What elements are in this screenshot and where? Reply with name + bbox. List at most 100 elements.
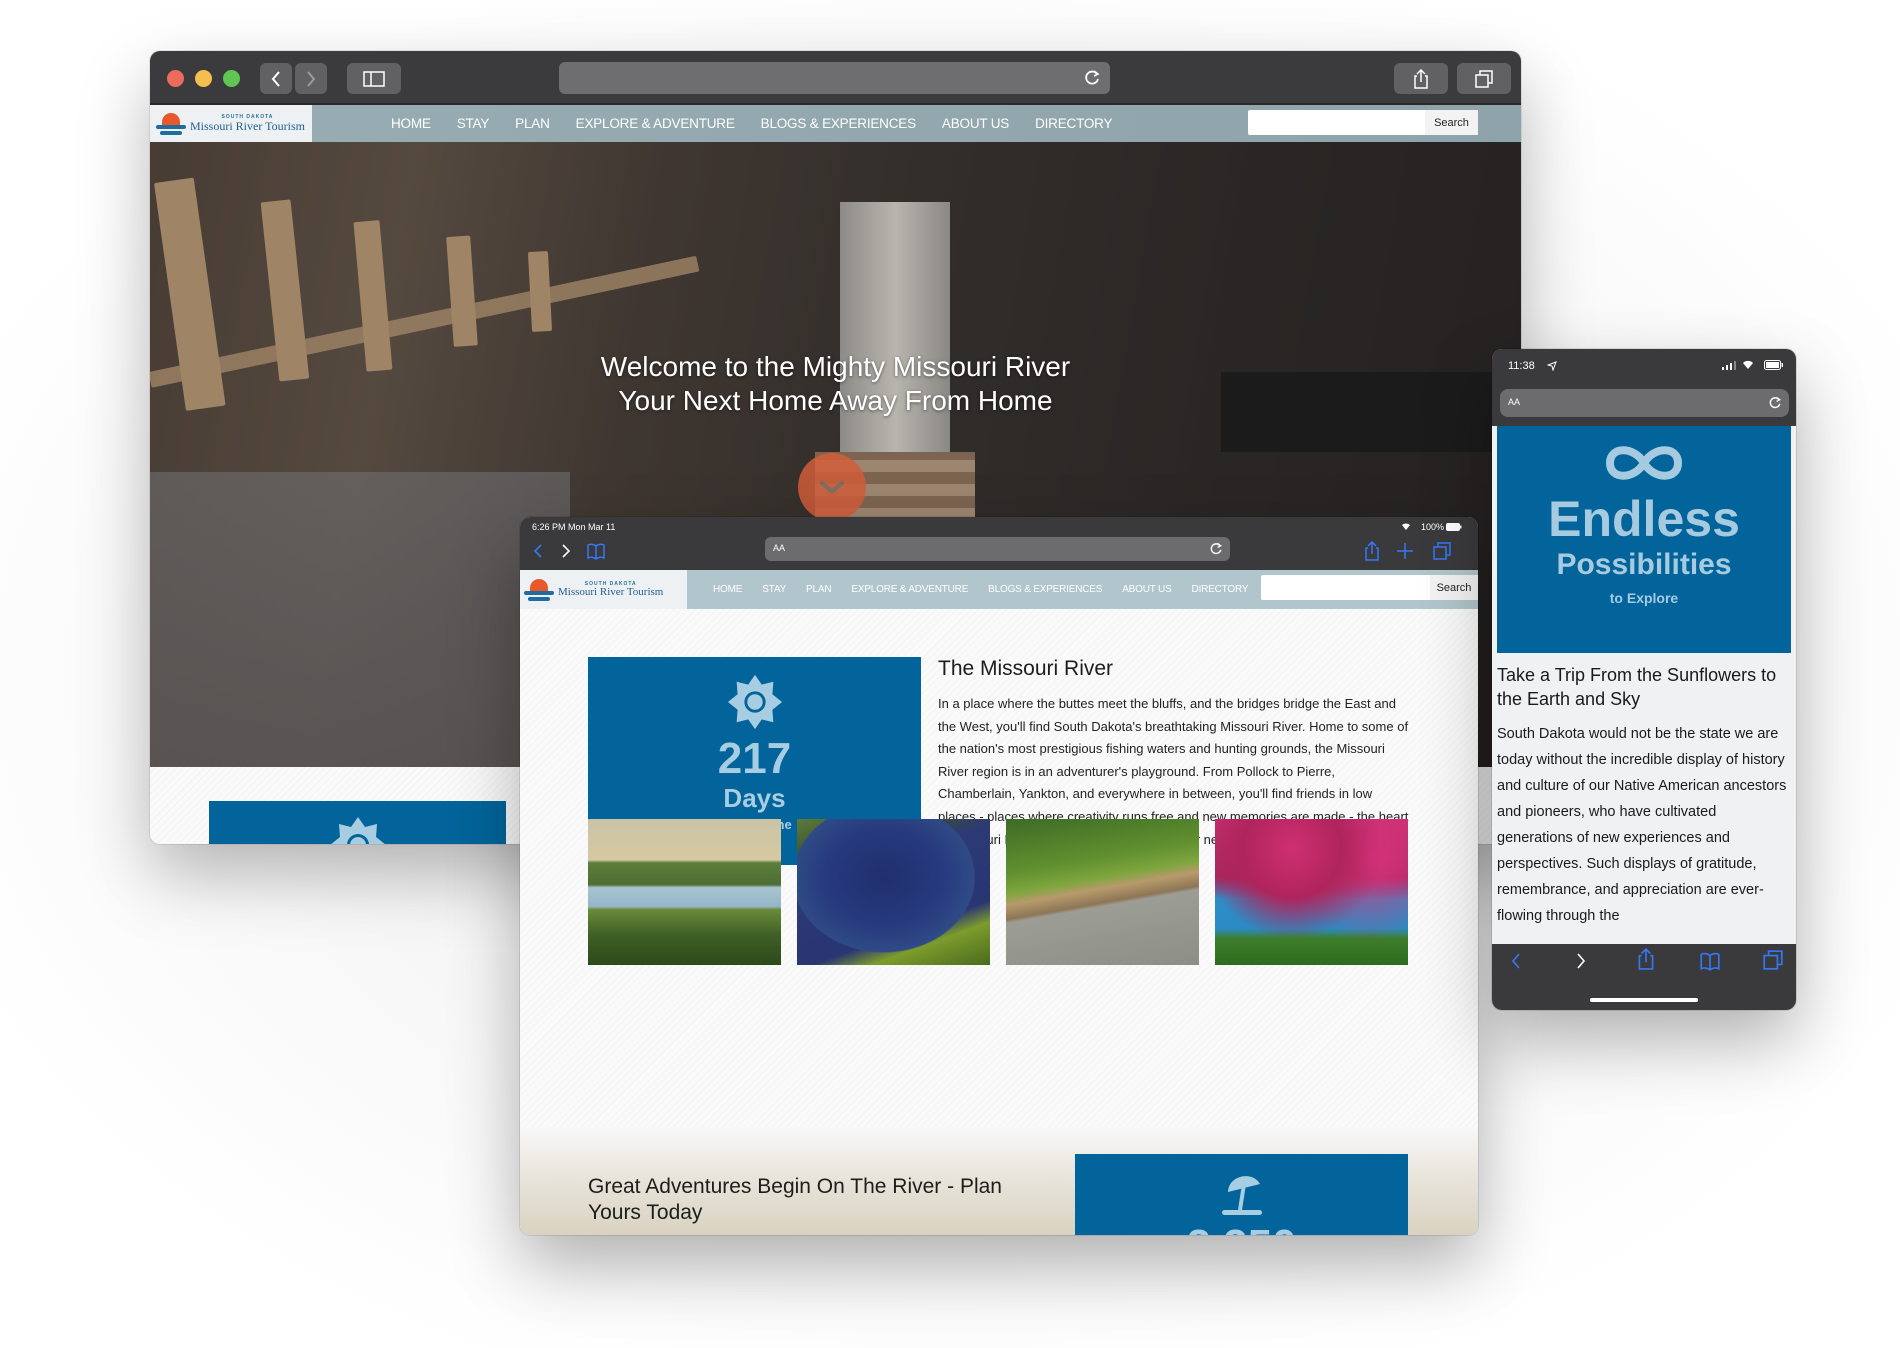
zoom-window-button[interactable] <box>223 70 240 87</box>
nav-explore-adventure[interactable]: EXPLORE & ADVENTURE <box>576 116 735 131</box>
share-icon[interactable] <box>1364 541 1380 561</box>
scroll-down-button[interactable] <box>798 453 866 521</box>
tablet-site-navbar: SOUTH DAKOTA Missouri River Tourism HOME… <box>520 570 1478 609</box>
nav-plan[interactable]: PLAN <box>515 116 550 131</box>
search-input[interactable] <box>1261 575 1430 600</box>
sidebar-icon <box>363 70 385 87</box>
wifi-icon <box>1743 360 1753 369</box>
nav-directory[interactable]: DIRECTORY <box>1192 584 1249 595</box>
nav-plan[interactable]: PLAN <box>806 584 832 595</box>
camping-stat-card: 2,250 <box>1075 1154 1408 1235</box>
main-nav: HOME STAY PLAN EXPLORE & ADVENTURE BLOGS… <box>713 570 1248 609</box>
tablet-battery-percent: 100% <box>1420 522 1444 532</box>
nav-blogs-experiences[interactable]: BLOGS & EXPERIENCES <box>988 584 1102 595</box>
main-nav: HOME STAY PLAN EXPLORE & ADVENTURE BLOGS… <box>391 105 1112 142</box>
search-form: Search <box>1261 575 1478 600</box>
sun-icon <box>727 674 782 730</box>
site-navbar: SOUTH DAKOTA Missouri River Tourism HOME… <box>150 105 1521 142</box>
logo-title: Missouri River Tourism <box>558 585 664 598</box>
close-window-button[interactable] <box>167 70 184 87</box>
tablet-address-bar[interactable]: AA <box>765 537 1230 561</box>
chevron-down-icon <box>819 480 845 495</box>
reload-icon[interactable] <box>1208 541 1224 557</box>
tablet-page-content: 217 Days of Sunshine The Missouri River … <box>520 609 1478 1235</box>
article-body: South Dakota would not be the state we a… <box>1497 726 1787 924</box>
minimize-window-button[interactable] <box>195 70 212 87</box>
new-tab-icon[interactable] <box>1396 542 1414 560</box>
wifi-icon <box>1402 523 1410 530</box>
nav-about-us[interactable]: ABOUT US <box>942 116 1009 131</box>
home-indicator[interactable] <box>1590 998 1698 1002</box>
nav-explore-adventure[interactable]: EXPLORE & ADVENTURE <box>851 584 968 595</box>
site-logo[interactable]: SOUTH DAKOTA Missouri River Tourism <box>150 105 312 142</box>
desktop-toolbar <box>150 51 1521 105</box>
logo-mark-icon <box>524 578 556 601</box>
bookmarks-icon[interactable] <box>1699 951 1721 971</box>
search-form: Search <box>1248 110 1478 135</box>
gallery-photo[interactable] <box>1006 819 1199 965</box>
hero-line-possibilities: Possibilities <box>1556 548 1732 581</box>
nav-home[interactable]: HOME <box>391 116 431 131</box>
hero-heading: Welcome to the Mighty Missouri River You… <box>150 350 1521 418</box>
nav-stay[interactable]: STAY <box>457 116 490 131</box>
nav-blogs-experiences[interactable]: BLOGS & EXPERIENCES <box>761 116 916 131</box>
bookmarks-icon[interactable] <box>586 542 606 560</box>
hero-line-explore: to Explore <box>1609 590 1679 606</box>
reader-text-size-button[interactable]: AA <box>1508 397 1520 407</box>
stat-unit: Days <box>723 783 786 813</box>
battery-icon <box>1446 523 1462 531</box>
chevron-right-icon <box>307 70 316 87</box>
site-logo[interactable]: SOUTH DAKOTA Missouri River Tourism <box>520 570 687 609</box>
nav-about-us[interactable]: ABOUT US <box>1122 584 1172 595</box>
back-icon[interactable] <box>1509 952 1523 970</box>
back-button[interactable] <box>260 63 292 94</box>
phone-toolbar: 11:38 AA <box>1492 349 1796 426</box>
stat-number: 217 <box>717 734 792 783</box>
reader-text-size-button[interactable]: AA <box>773 543 785 553</box>
share-icon <box>1414 68 1428 89</box>
tablet-toolbar: 6:26 PM Mon Mar 11 100% AA <box>520 517 1478 570</box>
address-bar[interactable] <box>559 62 1110 94</box>
tabs-icon[interactable] <box>1762 949 1784 971</box>
nav-stay[interactable]: STAY <box>762 584 786 595</box>
phone-address-bar[interactable]: AA <box>1500 389 1789 417</box>
forward-button[interactable] <box>295 63 327 94</box>
battery-icon <box>1764 360 1783 370</box>
reload-icon[interactable] <box>1082 68 1102 88</box>
show-tabs-button[interactable] <box>1457 63 1511 94</box>
search-button[interactable]: Search <box>1430 575 1478 600</box>
search-input[interactable] <box>1248 110 1425 135</box>
nav-home[interactable]: HOME <box>713 584 742 595</box>
photo-gallery <box>588 819 1408 965</box>
section-heading: The Missouri River <box>938 657 1114 680</box>
forward-icon[interactable] <box>1574 952 1588 970</box>
tablet-status-time: 6:26 PM Mon Mar 11 <box>532 522 616 532</box>
logo-title: Missouri River Tourism <box>190 119 305 133</box>
phone-bottom-toolbar <box>1492 944 1796 1010</box>
share-button[interactable] <box>1394 63 1448 94</box>
endless-possibilities-card: Endless Possibilities to Explore <box>1497 426 1791 653</box>
tabs-icon[interactable] <box>1432 541 1452 561</box>
signal-icon <box>1722 361 1736 370</box>
back-icon[interactable] <box>532 543 544 559</box>
gallery-photo[interactable] <box>797 819 990 965</box>
reload-icon[interactable] <box>1767 395 1783 411</box>
stat-number: 2,250 <box>1075 1223 1408 1236</box>
hero-heading-line1: Welcome to the Mighty Missouri River <box>600 351 1071 382</box>
beach-umbrella-icon <box>1221 1176 1262 1215</box>
chevron-left-icon <box>271 70 280 87</box>
phone-browser-window: 11:38 AA Endless Possibilities to Explor… <box>1492 349 1796 1010</box>
gallery-photo[interactable] <box>1215 819 1408 965</box>
share-icon[interactable] <box>1637 948 1655 970</box>
search-button[interactable]: Search <box>1425 110 1478 135</box>
hero-line-endless: Endless <box>1548 491 1740 547</box>
hero-heading-line2: Your Next Home Away From Home <box>618 385 1053 416</box>
adventure-heading: Great Adventures Begin On The River - Pl… <box>588 1175 1002 1224</box>
sidebar-toggle-button[interactable] <box>347 63 401 94</box>
nav-directory[interactable]: DIRECTORY <box>1035 116 1112 131</box>
mockup-stage: SOUTH DAKOTA Missouri River Tourism HOME… <box>0 0 1900 1348</box>
tablet-browser-window: 6:26 PM Mon Mar 11 100% AA SOUTH DAKOTA … <box>520 517 1478 1235</box>
gallery-photo[interactable] <box>588 819 781 965</box>
phone-article: Take a Trip From the Sunflowers to the E… <box>1497 663 1791 931</box>
forward-icon[interactable] <box>560 543 572 559</box>
